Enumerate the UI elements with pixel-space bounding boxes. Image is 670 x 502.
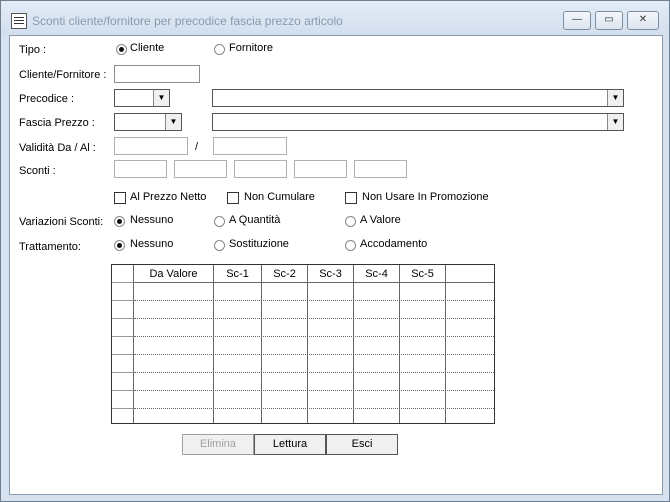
grid-row-line: [134, 318, 494, 319]
grid-header-da-valore[interactable]: Da Valore: [134, 265, 214, 283]
trattamento-accodamento-label: Accodamento: [360, 238, 428, 250]
chevron-down-icon[interactable]: ▼: [165, 114, 181, 130]
sconto-5-input[interactable]: [354, 160, 407, 178]
grid-row-line: [134, 372, 494, 373]
cliente-fornitore-label: Cliente/Fornitore :: [19, 69, 107, 81]
trattamento-nessuno-label: Nessuno: [130, 238, 174, 250]
grid-header-sc1[interactable]: Sc-1: [214, 265, 262, 283]
chevron-down-icon[interactable]: ▼: [153, 90, 169, 106]
elimina-button[interactable]: Elimina: [182, 434, 254, 455]
grid-row-line: [134, 408, 494, 409]
validita-separator: /: [195, 141, 199, 153]
grid-col-line: [213, 283, 214, 423]
trattamento-sostituzione-radio[interactable]: [214, 240, 225, 251]
variazioni-a-quantita-label: A Quantità: [229, 214, 281, 226]
grid-header-blank: [446, 265, 494, 283]
maximize-button[interactable]: ▭: [595, 11, 623, 30]
variazioni-sconti-label: Variazioni Sconti:: [19, 216, 104, 228]
grid-header-sc5[interactable]: Sc-5: [400, 265, 446, 283]
grid-row-header[interactable]: [112, 283, 134, 301]
al-prezzo-netto-checkbox[interactable]: [114, 192, 126, 204]
variazioni-nessuno-label: Nessuno: [130, 214, 174, 226]
non-usare-promozione-checkbox[interactable]: [345, 192, 357, 204]
al-prezzo-netto-label: Al Prezzo Netto: [130, 191, 207, 203]
grid-row-header[interactable]: [112, 391, 134, 409]
validita-label: Validità Da / Al :: [19, 142, 96, 154]
grid-row-line: [134, 390, 494, 391]
chevron-down-icon[interactable]: ▼: [607, 90, 623, 106]
variazioni-a-quantita-radio[interactable]: [214, 216, 225, 227]
window-title: Sconti cliente/fornitore per precodice f…: [32, 14, 343, 28]
tipo-label: Tipo :: [19, 44, 47, 56]
lettura-button[interactable]: Lettura: [254, 434, 326, 455]
non-usare-promozione-label: Non Usare In Promozione: [362, 191, 489, 203]
minimize-button[interactable]: —: [563, 11, 591, 30]
grid-header-sc3[interactable]: Sc-3: [308, 265, 354, 283]
grid-row-line: [134, 354, 494, 355]
grid-corner[interactable]: [112, 265, 134, 283]
sconto-1-input[interactable]: [114, 160, 167, 178]
app-icon[interactable]: [11, 13, 27, 29]
grid-row-header[interactable]: [112, 373, 134, 391]
chevron-down-icon[interactable]: ▼: [607, 114, 623, 130]
non-cumulare-label: Non Cumulare: [244, 191, 315, 203]
precodice-description-combo[interactable]: ▼: [212, 89, 624, 107]
tipo-cliente-radio[interactable]: [116, 44, 127, 55]
sconto-4-input[interactable]: [294, 160, 347, 178]
title-bar[interactable]: Sconti cliente/fornitore per precodice f…: [1, 1, 669, 35]
tipo-fornitore-radio[interactable]: [214, 44, 225, 55]
sconti-label: Sconti :: [19, 165, 56, 177]
sconto-2-input[interactable]: [174, 160, 227, 178]
grid-row-header[interactable]: [112, 409, 134, 423]
variazioni-nessuno-radio[interactable]: [114, 216, 125, 227]
validita-al-input[interactable]: [213, 137, 287, 155]
precodice-label: Precodice :: [19, 93, 75, 105]
grid-header-sc4[interactable]: Sc-4: [354, 265, 400, 283]
esci-button[interactable]: Esci: [326, 434, 398, 455]
grid-col-line: [307, 283, 308, 423]
fascia-prezzo-description-combo[interactable]: ▼: [212, 113, 624, 131]
variazioni-a-valore-radio[interactable]: [345, 216, 356, 227]
grid-col-line: [353, 283, 354, 423]
trattamento-sostituzione-label: Sostituzione: [229, 238, 289, 250]
grid-row-header[interactable]: [112, 337, 134, 355]
precodice-combo[interactable]: ▼: [114, 89, 170, 107]
grid-row-header[interactable]: [112, 355, 134, 373]
grid-row-header[interactable]: [112, 319, 134, 337]
grid-header-sc2[interactable]: Sc-2: [262, 265, 308, 283]
fascia-prezzo-combo[interactable]: ▼: [114, 113, 182, 131]
grid-col-line: [399, 283, 400, 423]
close-button[interactable]: ✕: [627, 11, 659, 30]
tipo-fornitore-label: Fornitore: [229, 42, 274, 54]
grid-row-line: [134, 336, 494, 337]
form-client-area: Tipo : Cliente Fornitore Cliente/Fornito…: [9, 35, 663, 495]
trattamento-accodamento-radio[interactable]: [345, 240, 356, 251]
grid-row-header[interactable]: [112, 301, 134, 319]
variazioni-a-valore-label: A Valore: [360, 214, 401, 226]
sconti-grid[interactable]: Da Valore Sc-1 Sc-2 Sc-3 Sc-4 Sc-5: [111, 264, 495, 424]
sconto-3-input[interactable]: [234, 160, 287, 178]
non-cumulare-checkbox[interactable]: [227, 192, 239, 204]
validita-da-input[interactable]: [114, 137, 188, 155]
grid-col-line: [261, 283, 262, 423]
trattamento-nessuno-radio[interactable]: [114, 240, 125, 251]
cliente-fornitore-input[interactable]: [114, 65, 200, 83]
tipo-cliente-label: Cliente: [130, 42, 165, 54]
grid-col-line: [445, 283, 446, 423]
fascia-prezzo-label: Fascia Prezzo :: [19, 117, 95, 129]
trattamento-label: Trattamento:: [19, 241, 81, 253]
main-window: Sconti cliente/fornitore per precodice f…: [0, 0, 670, 502]
grid-row-line: [134, 300, 494, 301]
